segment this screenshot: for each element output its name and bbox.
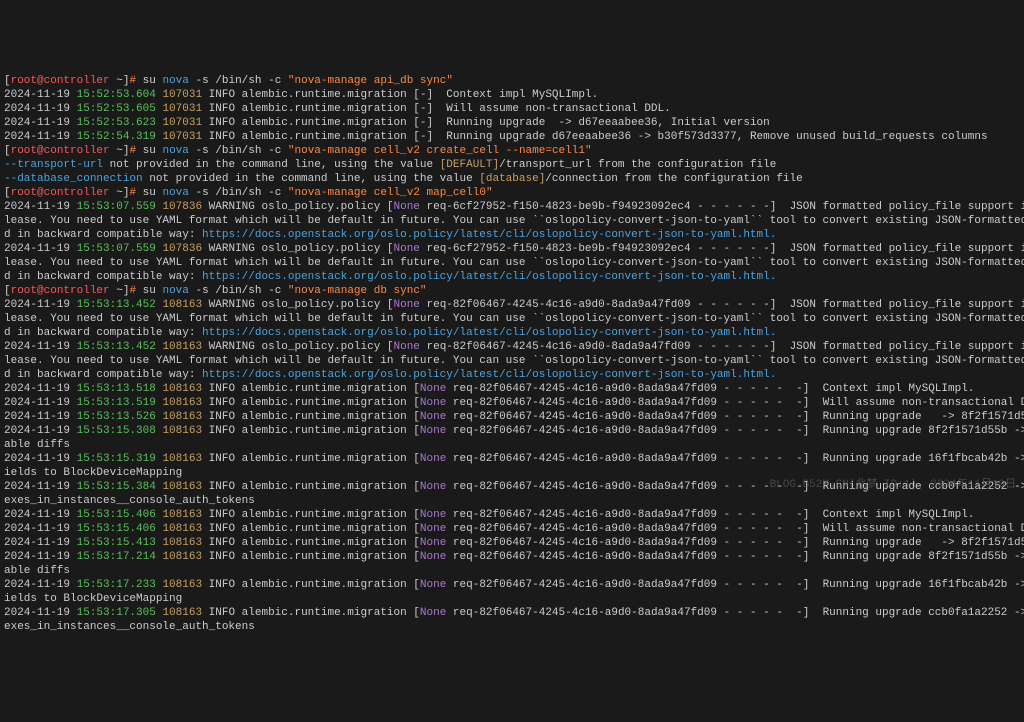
- watermark: BLOG.B52M.CN(北梦 ID:1) 2024年11月19日: [770, 478, 1016, 492]
- terminal-output: [root@controller ~]# su nova -s /bin/sh …: [0, 70, 1024, 638]
